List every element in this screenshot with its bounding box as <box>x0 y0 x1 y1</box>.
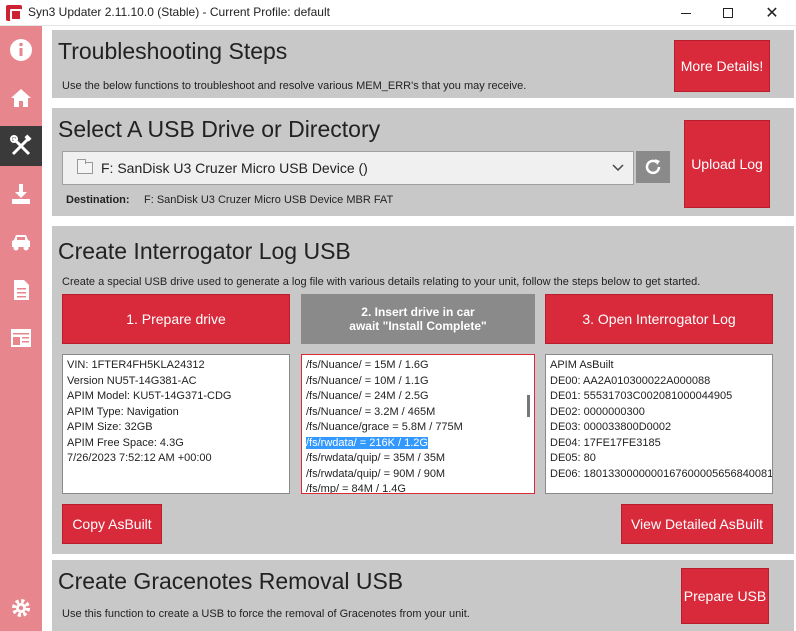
document-icon <box>14 280 29 300</box>
close-button[interactable]: ✕ <box>750 0 794 26</box>
usb-drive-dropdown[interactable]: F: SanDisk U3 Cruzer Micro USB Device () <box>62 151 634 185</box>
troubleshooting-panel: Troubleshooting Steps Use the below func… <box>52 30 794 98</box>
folder-icon <box>77 159 93 174</box>
sidebar-item-car[interactable] <box>0 222 42 262</box>
usb-drive-value: F: SanDisk U3 Cruzer Micro USB Device () <box>101 160 368 176</box>
fs-line: /fs/rwdata/quip/ = 90M / 90M <box>306 467 446 480</box>
troubleshooting-title: Troubleshooting Steps <box>58 38 288 64</box>
interrogator-panel: Create Interrogator Log USB Create a spe… <box>52 226 794 554</box>
app-icon <box>6 5 22 21</box>
usb-select-title: Select A USB Drive or Directory <box>58 116 381 142</box>
insert-drive-line1: 2. Insert drive in car <box>361 305 475 319</box>
asbuilt-line: DE06: 18013300000001676000056568400810 <box>550 467 773 480</box>
fs-line: /fs/mp/ = 84M / 1.4G <box>306 483 406 494</box>
asbuilt-line: DE02: 0000000300 <box>550 405 645 418</box>
sidebar <box>0 26 42 631</box>
maximize-button[interactable] <box>706 0 750 26</box>
filesystem-textbox[interactable]: /fs/Nuance/ = 15M / 1.6G /fs/Nuance/ = 1… <box>301 354 535 494</box>
fs-line: /fs/Nuance/grace = 5.8M / 775M <box>306 421 463 433</box>
close-icon: ✕ <box>765 5 779 22</box>
asbuilt-line: APIM AsBuilt <box>550 359 614 371</box>
filesystem-scrollbar[interactable] <box>527 395 530 417</box>
destination-value: F: SanDisk U3 Cruzer Micro USB Device MB… <box>144 194 394 206</box>
log-icon <box>11 329 31 347</box>
info-line: APIM Model: KU5T-14G371-CDG <box>67 390 232 402</box>
maximize-icon <box>723 8 733 18</box>
asbuilt-line: DE04: 17FE17FE3185 <box>550 436 661 449</box>
car-icon <box>12 235 30 251</box>
copy-asbuilt-button[interactable]: Copy AsBuilt <box>62 504 162 544</box>
gear-icon <box>12 599 30 617</box>
gracenotes-description: Use this function to create a USB to for… <box>62 608 470 620</box>
refresh-icon <box>645 159 661 175</box>
fs-line: /fs/Nuance/ = 10M / 1.1G <box>306 374 429 387</box>
window-title: Syn3 Updater 2.11.10.0 (Stable) - Curren… <box>28 5 330 19</box>
fs-line: /fs/rwdata/quip/ = 35M / 35M <box>306 452 446 464</box>
upload-log-button[interactable]: Upload Log <box>684 120 770 208</box>
info-line: APIM Type: Navigation <box>67 405 179 418</box>
sidebar-item-settings[interactable] <box>0 588 42 628</box>
sidebar-item-info[interactable] <box>0 30 42 70</box>
destination-label: Destination: <box>66 194 130 206</box>
unit-info-textbox[interactable]: VIN: 1FTER4FH5KLA24312 Version NU5T-14G3… <box>62 354 290 494</box>
open-interrogator-log-button[interactable]: 3. Open Interrogator Log <box>545 294 773 344</box>
prepare-usb-button[interactable]: Prepare USB <box>681 568 769 624</box>
sidebar-item-log[interactable] <box>0 318 42 358</box>
minimize-button[interactable] <box>664 0 708 26</box>
usb-select-panel: Select A USB Drive or Directory F: SanDi… <box>52 108 794 216</box>
info-line: APIM Size: 32GB <box>67 421 153 433</box>
info-line: VIN: 1FTER4FH5KLA24312 <box>67 359 205 371</box>
main-content: Troubleshooting Steps Use the below func… <box>42 26 796 631</box>
sidebar-item-download[interactable] <box>0 174 42 214</box>
asbuilt-line: DE01: 55531703C002081000044905 <box>550 390 733 402</box>
gracenotes-panel: Create Gracenotes Removal USB Use this f… <box>52 560 794 631</box>
info-line: Version NU5T-14G381-AC <box>67 374 197 387</box>
info-line: 7/26/2023 7:52:12 AM +00:00 <box>67 452 212 464</box>
sidebar-item-tools[interactable] <box>0 126 42 166</box>
prepare-drive-button[interactable]: 1. Prepare drive <box>62 294 290 344</box>
interrogator-title: Create Interrogator Log USB <box>58 238 351 264</box>
download-icon <box>12 184 30 204</box>
sidebar-item-home[interactable] <box>0 78 42 118</box>
asbuilt-line: DE00: AA2A010300022A000088 <box>550 374 711 387</box>
asbuilt-line: DE05: 80 <box>550 452 596 464</box>
asbuilt-line: DE03: 000033800D0002 <box>550 421 672 433</box>
more-details-button[interactable]: More Details! <box>674 40 770 92</box>
gracenotes-title: Create Gracenotes Removal USB <box>58 568 404 594</box>
interrogator-description: Create a special USB drive used to gener… <box>62 276 701 288</box>
insert-drive-step: 2. Insert drive in car await "Install Co… <box>301 294 535 344</box>
minimize-icon <box>681 12 691 14</box>
info-line: APIM Free Space: 4.3G <box>67 436 184 449</box>
troubleshooting-description: Use the below functions to troubleshoot … <box>62 80 527 92</box>
tools-icon <box>10 134 32 156</box>
fs-line: /fs/Nuance/ = 24M / 2.5G <box>306 390 429 402</box>
fs-line: /fs/Nuance/ = 3.2M / 465M <box>306 405 436 418</box>
refresh-button[interactable] <box>636 151 670 183</box>
insert-drive-line2: await "Install Complete" <box>349 319 487 333</box>
sidebar-item-document[interactable] <box>0 270 42 310</box>
view-detailed-asbuilt-button[interactable]: View Detailed AsBuilt <box>621 504 773 544</box>
home-icon <box>11 89 31 107</box>
fs-line-selected[interactable]: /fs/rwdata/ = 216K / 1.2G <box>306 436 428 449</box>
title-bar: Syn3 Updater 2.11.10.0 (Stable) - Curren… <box>0 0 796 26</box>
info-icon <box>10 39 32 61</box>
chevron-down-icon <box>603 161 633 175</box>
asbuilt-textbox[interactable]: APIM AsBuilt DE00: AA2A010300022A000088 … <box>545 354 773 494</box>
fs-line: /fs/Nuance/ = 15M / 1.6G <box>306 359 429 371</box>
